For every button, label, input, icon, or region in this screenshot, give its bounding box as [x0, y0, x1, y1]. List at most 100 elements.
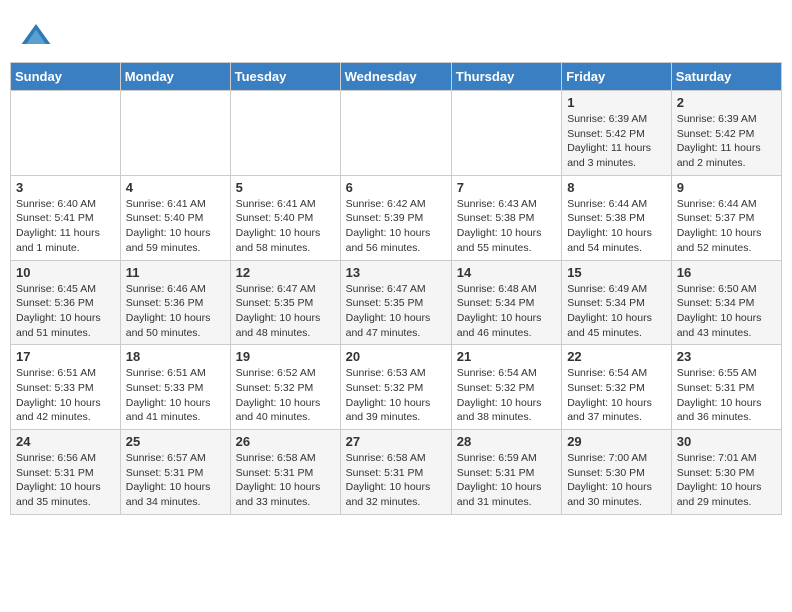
calendar-cell: 9 Sunrise: 6:44 AMSunset: 5:37 PMDaylight… [671, 175, 781, 260]
day-info: Sunrise: 6:54 AMSunset: 5:32 PMDaylight:… [567, 366, 666, 425]
day-number: 2 [677, 95, 776, 110]
calendar-cell: 2Sunrise: 6:39 AMSunset: 5:42 PMDaylight… [671, 91, 781, 176]
day-number: 1 [567, 95, 666, 110]
day-number: 23 [677, 349, 776, 364]
calendar-cell: 28 Sunrise: 6:59 AMSunset: 5:31 PMDayligh… [451, 430, 561, 515]
day-number: 29 [567, 434, 666, 449]
day-number: 20 [346, 349, 446, 364]
calendar-body: 1 Sunrise: 6:39 AMSunset: 5:42 PMDaylight… [11, 91, 782, 515]
day-number: 10 [16, 265, 115, 280]
day-info: Sunrise: 6:58 AMSunset: 5:31 PMDaylight:… [236, 451, 335, 510]
day-info: Sunrise: 6:54 AMSunset: 5:32 PMDaylight:… [457, 366, 556, 425]
day-number: 12 [236, 265, 335, 280]
calendar-cell [451, 91, 561, 176]
day-number: 7 [457, 180, 556, 195]
weekday-header-thursday: Thursday [451, 63, 561, 91]
day-info: Sunrise: 6:44 AMSunset: 5:38 PMDaylight:… [567, 197, 666, 256]
calendar-cell: 27Sunrise: 6:58 AMSunset: 5:31 PMDayligh… [340, 430, 451, 515]
calendar-cell: 22 Sunrise: 6:54 AMSunset: 5:32 PMDayligh… [562, 345, 672, 430]
day-info: Sunrise: 6:49 AMSunset: 5:34 PMDaylight:… [567, 282, 666, 341]
calendar-cell: 29 Sunrise: 7:00 AMSunset: 5:30 PMDayligh… [562, 430, 672, 515]
calendar-cell: 1 Sunrise: 6:39 AMSunset: 5:42 PMDaylight… [562, 91, 672, 176]
day-number: 18 [126, 349, 225, 364]
calendar-cell: 23 Sunrise: 6:55 AMSunset: 5:31 PMDayligh… [671, 345, 781, 430]
calendar-cell: 15 Sunrise: 6:49 AMSunset: 5:34 PMDayligh… [562, 260, 672, 345]
calendar-cell: 16 Sunrise: 6:50 AMSunset: 5:34 PMDayligh… [671, 260, 781, 345]
day-number: 16 [677, 265, 776, 280]
calendar-cell: 11 Sunrise: 6:46 AMSunset: 5:36 PMDayligh… [120, 260, 230, 345]
day-number: 13 [346, 265, 446, 280]
calendar-cell: 10 Sunrise: 6:45 AMSunset: 5:36 PMDayligh… [11, 260, 121, 345]
day-info: Sunrise: 6:51 AMSunset: 5:33 PMDaylight:… [126, 366, 225, 425]
page-header [10, 10, 782, 57]
day-info: Sunrise: 6:47 AMSunset: 5:35 PMDaylight:… [236, 282, 335, 341]
day-number: 28 [457, 434, 556, 449]
logo [20, 20, 56, 52]
calendar-cell: 14 Sunrise: 6:48 AMSunset: 5:34 PMDayligh… [451, 260, 561, 345]
calendar-week-1: 1 Sunrise: 6:39 AMSunset: 5:42 PMDaylight… [11, 91, 782, 176]
calendar-cell: 25Sunrise: 6:57 AMSunset: 5:31 PMDayligh… [120, 430, 230, 515]
day-number: 22 [567, 349, 666, 364]
day-number: 14 [457, 265, 556, 280]
calendar-cell [230, 91, 340, 176]
day-number: 11 [126, 265, 225, 280]
calendar-week-5: 24Sunrise: 6:56 AMSunset: 5:31 PMDayligh… [11, 430, 782, 515]
day-number: 27 [346, 434, 446, 449]
calendar-cell: 19 Sunrise: 6:52 AMSunset: 5:32 PMDayligh… [230, 345, 340, 430]
day-number: 8 [567, 180, 666, 195]
calendar-week-2: 3Sunrise: 6:40 AMSunset: 5:41 PMDaylight… [11, 175, 782, 260]
calendar-cell: 8 Sunrise: 6:44 AMSunset: 5:38 PMDaylight… [562, 175, 672, 260]
day-info: Sunrise: 6:53 AMSunset: 5:32 PMDaylight:… [346, 366, 446, 425]
day-number: 5 [236, 180, 335, 195]
calendar-cell [120, 91, 230, 176]
calendar-week-3: 10 Sunrise: 6:45 AMSunset: 5:36 PMDayligh… [11, 260, 782, 345]
day-info: Sunrise: 7:00 AMSunset: 5:30 PMDaylight:… [567, 451, 666, 510]
day-number: 9 [677, 180, 776, 195]
weekday-header-row: SundayMondayTuesdayWednesdayThursdayFrid… [11, 63, 782, 91]
calendar-cell: 3Sunrise: 6:40 AMSunset: 5:41 PMDaylight… [11, 175, 121, 260]
day-info: Sunrise: 6:50 AMSunset: 5:34 PMDaylight:… [677, 282, 776, 341]
weekday-header-tuesday: Tuesday [230, 63, 340, 91]
day-info: Sunrise: 6:51 AMSunset: 5:33 PMDaylight:… [16, 366, 115, 425]
calendar-header: SundayMondayTuesdayWednesdayThursdayFrid… [11, 63, 782, 91]
day-info: Sunrise: 6:48 AMSunset: 5:34 PMDaylight:… [457, 282, 556, 341]
weekday-header-monday: Monday [120, 63, 230, 91]
calendar-cell: 12 Sunrise: 6:47 AMSunset: 5:35 PMDayligh… [230, 260, 340, 345]
day-info: Sunrise: 7:01 AMSunset: 5:30 PMDaylight:… [677, 451, 776, 510]
weekday-header-friday: Friday [562, 63, 672, 91]
calendar-cell: 30Sunrise: 7:01 AMSunset: 5:30 PMDayligh… [671, 430, 781, 515]
day-info: Sunrise: 6:59 AMSunset: 5:31 PMDaylight:… [457, 451, 556, 510]
calendar-cell: 21Sunrise: 6:54 AMSunset: 5:32 PMDayligh… [451, 345, 561, 430]
calendar-cell [340, 91, 451, 176]
weekday-header-wednesday: Wednesday [340, 63, 451, 91]
day-number: 17 [16, 349, 115, 364]
day-info: Sunrise: 6:45 AMSunset: 5:36 PMDaylight:… [16, 282, 115, 341]
day-number: 4 [126, 180, 225, 195]
calendar-week-4: 17 Sunrise: 6:51 AMSunset: 5:33 PMDayligh… [11, 345, 782, 430]
calendar-cell: 17 Sunrise: 6:51 AMSunset: 5:33 PMDayligh… [11, 345, 121, 430]
calendar-cell: 26 Sunrise: 6:58 AMSunset: 5:31 PMDayligh… [230, 430, 340, 515]
day-info: Sunrise: 6:52 AMSunset: 5:32 PMDaylight:… [236, 366, 335, 425]
weekday-header-sunday: Sunday [11, 63, 121, 91]
day-info: Sunrise: 6:46 AMSunset: 5:36 PMDaylight:… [126, 282, 225, 341]
day-info: Sunrise: 6:41 AMSunset: 5:40 PMDaylight:… [126, 197, 225, 256]
calendar-cell: 6Sunrise: 6:42 AMSunset: 5:39 PMDaylight… [340, 175, 451, 260]
day-info: Sunrise: 6:55 AMSunset: 5:31 PMDaylight:… [677, 366, 776, 425]
day-info: Sunrise: 6:43 AMSunset: 5:38 PMDaylight:… [457, 197, 556, 256]
day-info: Sunrise: 6:47 AMSunset: 5:35 PMDaylight:… [346, 282, 446, 341]
day-number: 26 [236, 434, 335, 449]
day-info: Sunrise: 6:41 AMSunset: 5:40 PMDaylight:… [236, 197, 335, 256]
day-info: Sunrise: 6:39 AMSunset: 5:42 PMDaylight:… [567, 112, 666, 171]
calendar-cell: 18 Sunrise: 6:51 AMSunset: 5:33 PMDayligh… [120, 345, 230, 430]
day-info: Sunrise: 6:57 AMSunset: 5:31 PMDaylight:… [126, 451, 225, 510]
day-number: 19 [236, 349, 335, 364]
calendar-cell: 5 Sunrise: 6:41 AMSunset: 5:40 PMDaylight… [230, 175, 340, 260]
day-info: Sunrise: 6:42 AMSunset: 5:39 PMDaylight:… [346, 197, 446, 256]
calendar-cell [11, 91, 121, 176]
calendar-table: SundayMondayTuesdayWednesdayThursdayFrid… [10, 62, 782, 515]
day-info: Sunrise: 6:44 AMSunset: 5:37 PMDaylight:… [677, 197, 776, 256]
day-number: 24 [16, 434, 115, 449]
day-number: 15 [567, 265, 666, 280]
calendar-cell: 4 Sunrise: 6:41 AMSunset: 5:40 PMDaylight… [120, 175, 230, 260]
calendar-cell: 20 Sunrise: 6:53 AMSunset: 5:32 PMDayligh… [340, 345, 451, 430]
